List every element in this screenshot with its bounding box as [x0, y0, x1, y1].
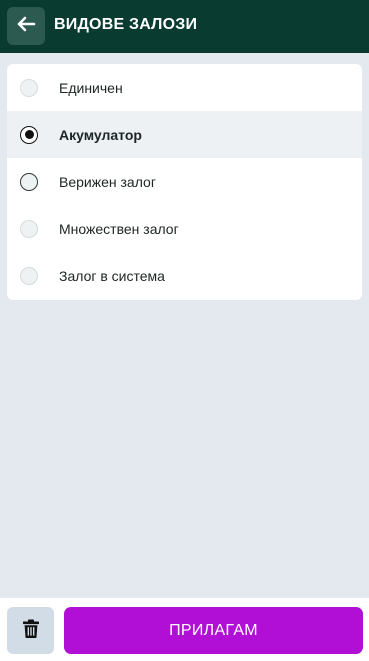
- radio-button[interactable]: [20, 219, 38, 238]
- radio-button-checked[interactable]: [20, 125, 38, 144]
- app-header: ВИДОВЕ ЗАЛОЗИ: [0, 0, 369, 53]
- option-label: Единичен: [59, 79, 123, 96]
- apply-button[interactable]: ПРИЛАГАМ: [64, 607, 363, 654]
- bet-type-list: Единичен Акумулатор Верижен залог Множес…: [7, 64, 362, 300]
- option-label: Акумулатор: [59, 126, 142, 143]
- radio-button[interactable]: [20, 172, 38, 191]
- page-title: ВИДОВЕ ЗАЛОЗИ: [54, 16, 198, 33]
- radio-button[interactable]: [20, 266, 38, 285]
- back-button[interactable]: [7, 7, 45, 45]
- arrow-left-icon: [16, 16, 36, 37]
- option-accumulator[interactable]: Акумулатор: [7, 111, 362, 158]
- delete-button[interactable]: [7, 607, 54, 654]
- option-multiple-bet[interactable]: Множествен залог: [7, 205, 362, 252]
- option-single[interactable]: Единичен: [7, 64, 362, 111]
- action-footer: ПРИЛАГАМ: [0, 598, 369, 661]
- option-chain-bet[interactable]: Верижен залог: [7, 158, 362, 205]
- option-label: Залог в система: [59, 267, 165, 284]
- option-system-bet[interactable]: Залог в система: [7, 252, 362, 299]
- option-label: Множествен залог: [59, 220, 179, 237]
- option-label: Верижен залог: [59, 173, 156, 190]
- trash-icon: [22, 619, 39, 643]
- radio-button[interactable]: [20, 78, 38, 97]
